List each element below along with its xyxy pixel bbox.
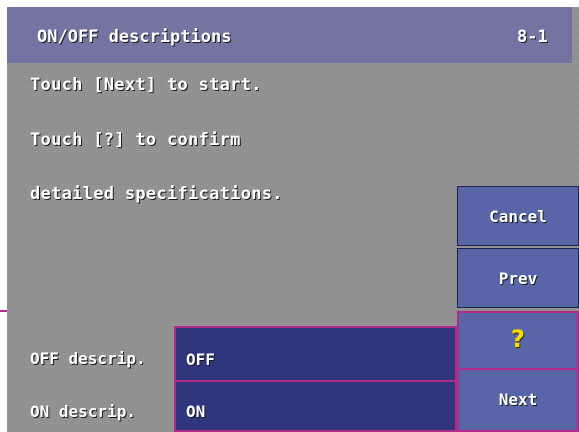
off-description-value: OFF <box>186 350 215 369</box>
off-description-field[interactable]: OFF <box>174 326 457 382</box>
question-mark-icon: ? <box>511 325 525 353</box>
cancel-button-label: Cancel <box>489 207 547 226</box>
cancel-button[interactable]: Cancel <box>457 186 579 246</box>
on-description-field[interactable]: ON <box>174 380 457 432</box>
screen-title: ON/OFF descriptions <box>37 27 232 47</box>
prev-button-label: Prev <box>498 269 538 288</box>
prev-button[interactable]: Prev <box>457 248 579 308</box>
instruction-line-2: Touch [?] to confirm <box>30 130 241 150</box>
title-bar: ON/OFF descriptions 8-1 <box>7 7 572 63</box>
help-button[interactable]: ? <box>457 311 579 370</box>
instruction-line-1: Touch [Next] to start. <box>30 75 262 95</box>
on-description-label: ON descrip. <box>30 402 136 421</box>
next-button-label: Next <box>498 390 538 409</box>
next-button[interactable]: Next <box>457 370 579 432</box>
page-number: 8-1 <box>517 27 548 47</box>
off-description-label: OFF descrip. <box>30 349 146 368</box>
instruction-line-3: detailed specifications. <box>30 184 283 204</box>
on-description-value: ON <box>186 402 206 421</box>
